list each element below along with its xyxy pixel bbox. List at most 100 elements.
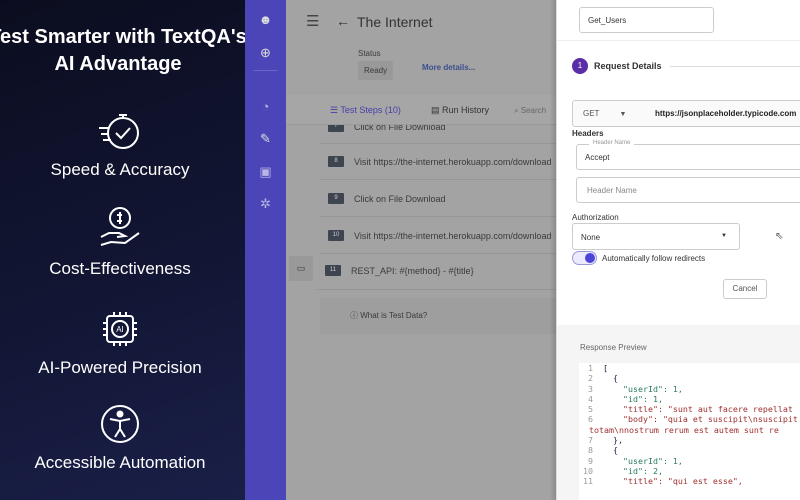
feature-accessible: Accessible Automation [0, 403, 245, 473]
page-title: The Internet [357, 14, 433, 30]
request-line: GET ▼ https://jsonplaceholder.typicode.co… [572, 100, 800, 127]
line-text: "id": 1, [603, 393, 663, 404]
briefcase-icon[interactable]: ▣ [258, 164, 273, 179]
feature-label: Cost-Effectiveness [49, 259, 191, 278]
line-text: { [603, 373, 618, 384]
response-preview-label: Response Preview [580, 343, 647, 352]
line-text: "userId": 1, [603, 455, 683, 466]
line-number: 5 [588, 404, 593, 415]
code-line: 3 "userId": 1, [579, 384, 800, 394]
feature-cost: Cost-Effectiveness [0, 205, 245, 279]
line-text: "userId": 1, [603, 383, 683, 394]
method-select[interactable]: GET ▼ [583, 109, 626, 118]
step-row[interactable]: 8 Visit https://the-internet.herokuapp.co… [320, 144, 556, 180]
search-input[interactable]: ⌕ Search [514, 106, 546, 116]
help-icon: ⓘ [350, 311, 361, 320]
header-name-input[interactable]: Header Name [576, 177, 800, 203]
cancel-button[interactable]: Cancel [723, 279, 767, 299]
code-line: 11 "title": "qui est esse", [579, 476, 800, 486]
promo-panel: Test Smarter with TextQA's AI Advantage … [0, 0, 245, 500]
code-line: 9 "userId": 1, [579, 456, 800, 466]
promo-title: Test Smarter with TextQA's AI Advantage [0, 26, 245, 75]
code-line: 7 }, [579, 435, 800, 445]
search-icon: ⌕ [514, 106, 521, 115]
status-label: Status [358, 49, 381, 58]
feature-label: AI-Powered Precision [38, 358, 202, 377]
menu-icon[interactable]: ☰ [306, 12, 319, 30]
line-number: 3 [588, 383, 593, 394]
add-icon[interactable]: ⊕ [258, 45, 273, 60]
redirect-toggle[interactable] [572, 251, 597, 265]
step-comment-icon[interactable]: ▭ [289, 256, 313, 281]
line-number: 11 [583, 476, 593, 487]
line-text: "title": "qui est esse", [603, 476, 743, 487]
header-name-field[interactable]: Header Name Accept [576, 140, 800, 170]
line-text: "title": "sunt aut facere repellat [603, 404, 793, 415]
section-title: Request Details [594, 61, 662, 71]
stopwatch-check-icon [99, 114, 139, 149]
code-line: 1[ [579, 363, 800, 373]
test-data-help[interactable]: ⓘ What is Test Data? [320, 298, 556, 334]
sidebar: ☻ ⊕ ◔ ✎ ▣ ✲ [245, 0, 286, 500]
accessibility-icon [101, 405, 139, 443]
line-text: "body": "quia et suscipit\nsuscipit [603, 414, 798, 425]
svg-text:AI: AI [116, 325, 124, 334]
dollar-hand-icon [100, 207, 140, 246]
line-number: 9 [588, 455, 593, 466]
code-line: 5 "title": "sunt aut facere repellat [579, 404, 800, 414]
tab-test-steps[interactable]: ☰ Test Steps (10) [330, 105, 401, 116]
line-text: "id": 2, [603, 465, 663, 476]
line-number: 7 [588, 435, 593, 446]
step-number-badge: 1 [572, 58, 588, 74]
back-arrow-icon[interactable]: ← [336, 13, 350, 29]
tab-run-history[interactable]: ▤ Run History [431, 105, 489, 116]
step-name-input[interactable]: Get_Users [579, 7, 714, 33]
line-text: { [603, 445, 618, 456]
code-line: 2 { [579, 373, 800, 383]
headers-label: Headers [572, 129, 604, 138]
chevron-down-icon: ▼ [721, 233, 727, 239]
ai-chip-icon: AI [103, 312, 137, 346]
field-label: Header Name [589, 140, 635, 146]
status-badge: Ready [358, 61, 394, 80]
line-number: 4 [588, 393, 593, 404]
line-text: }, [603, 435, 623, 446]
feature-label: Speed & Accuracy [50, 160, 190, 179]
dashboard-icon[interactable]: ◔ [258, 99, 273, 114]
code-line: totam\nnostrum rerum est autem sunt re [579, 425, 800, 435]
placeholder: Header Name [587, 186, 637, 195]
step-row[interactable]: 9 Click on File Download [320, 181, 556, 217]
authorization-select[interactable]: None ▼ [572, 223, 740, 250]
line-number: 8 [588, 445, 593, 456]
chevron-down-icon: ▼ [619, 111, 627, 118]
step-row[interactable]: 11 REST_API: #{method} - #{title} [317, 252, 556, 290]
history-icon: ▤ [431, 105, 443, 115]
code-line: 10 "id": 2, [579, 466, 800, 476]
edit-icon[interactable]: ✎ [258, 131, 273, 146]
step-row[interactable]: 10 Visit https://the-internet.herokuapp.c… [320, 218, 556, 254]
line-number: 1 [588, 363, 593, 373]
mouse-cursor-icon: ⇖ [775, 231, 784, 242]
robot-logo-icon[interactable]: ☻ [258, 12, 273, 27]
code-line: 4 "id": 1, [579, 394, 800, 404]
line-number: 2 [588, 373, 593, 384]
code-line: 8 { [579, 445, 800, 455]
list-icon: ☰ [330, 105, 341, 115]
authorization-label: Authorization [572, 213, 619, 222]
line-number: 10 [583, 465, 593, 476]
select-value: None [581, 233, 601, 242]
line-text: [ [603, 363, 608, 373]
response-code-editor[interactable]: 1[2 {3 "userId": 1, 4 "id": 1, 5 "title": … [579, 363, 800, 500]
feature-ai: AI AI-Powered Precision [0, 308, 245, 378]
line-text: totam\nnostrum rerum est autem sunt re [589, 424, 779, 435]
settings-icon[interactable]: ✲ [258, 196, 273, 211]
url-input[interactable]: https://jsonplaceholder.typicode.com [655, 109, 796, 118]
feature-label: Accessible Automation [34, 453, 206, 472]
redirect-label: Automatically follow redirects [602, 254, 706, 263]
rest-api-panel: Get_Users 1 Request Details GET ▼ https:/… [556, 0, 800, 500]
feature-speed: Speed & Accuracy [0, 110, 245, 180]
test-case-page: ☰ ← The Internet Status Ready More detai… [286, 0, 556, 500]
code-line: 6 "body": "quia et suscipit\nsuscipit [579, 414, 800, 424]
line-number: 6 [588, 414, 593, 425]
more-details-link[interactable]: More details... [422, 63, 475, 72]
